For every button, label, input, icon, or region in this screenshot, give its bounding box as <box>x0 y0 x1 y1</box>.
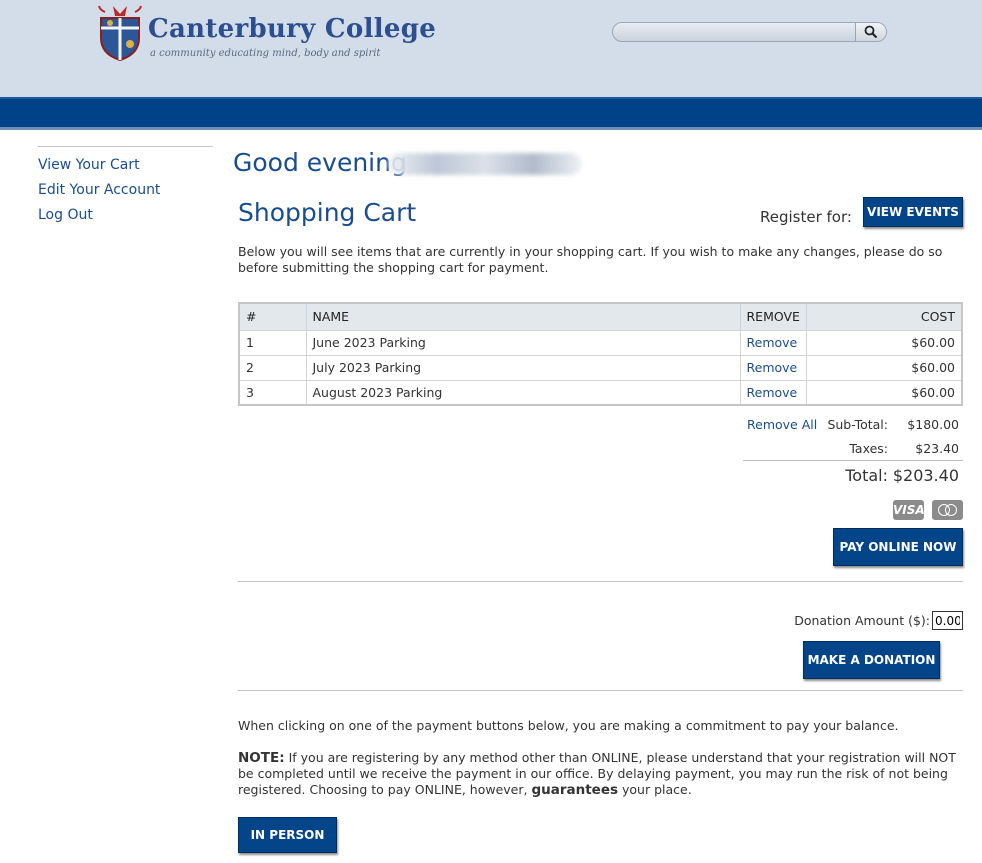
visa-card-icon: VISA <box>893 500 925 520</box>
college-tagline: a community educating mind, body and spi… <box>150 48 381 59</box>
row-number: 2 <box>238 354 307 381</box>
table-header-row: # NAME REMOVE COST <box>238 302 963 331</box>
subtotal-value: $180.00 <box>907 417 959 432</box>
payment-commitment-text: When clicking on one of the payment butt… <box>238 718 899 733</box>
page-title: Shopping Cart <box>238 198 417 227</box>
make-donation-button[interactable]: MAKE A DONATION <box>803 641 940 679</box>
note-prefix: NOTE: <box>238 750 285 766</box>
item-cost: $60.00 <box>805 329 963 356</box>
greeting: Good evening <box>233 148 407 177</box>
view-events-button[interactable]: VIEW EVENTS <box>863 197 963 227</box>
cart-intro-text: Below you will see items that are curren… <box>238 244 943 275</box>
item-cost: $60.00 <box>805 379 963 406</box>
remove-item-link[interactable]: Remove <box>747 335 798 350</box>
item-name: July 2023 Parking <box>305 354 741 381</box>
column-header-number: # <box>238 302 307 331</box>
section-divider <box>238 690 963 691</box>
total-value: $203.40 <box>892 466 959 485</box>
in-person-button[interactable]: IN PERSON <box>238 817 337 853</box>
section-divider <box>238 581 963 582</box>
payment-note: NOTE: If you are registering by any meth… <box>238 750 963 798</box>
search-box <box>612 22 887 42</box>
sidebar-item-view-cart[interactable]: View Your Cart <box>38 156 213 181</box>
total-label: Total: <box>845 466 888 485</box>
sidebar-item-log-out[interactable]: Log Out <box>38 206 213 231</box>
taxes-value: $23.40 <box>915 441 959 456</box>
column-header-remove: REMOVE <box>739 302 807 331</box>
search-icon <box>864 25 878 39</box>
register-for-label: Register for: <box>760 208 852 226</box>
cart-table: # NAME REMOVE COST 1 June 2023 Parking R… <box>238 302 963 406</box>
donation-amount-input[interactable] <box>932 611 963 630</box>
pay-online-now-button[interactable]: PAY ONLINE NOW <box>833 528 963 566</box>
row-number: 3 <box>238 379 307 406</box>
table-row: 2 July 2023 Parking Remove $60.00 <box>238 354 963 381</box>
site-header: Canterbury College a community educating… <box>0 0 982 97</box>
item-name: June 2023 Parking <box>305 329 741 356</box>
search-input[interactable] <box>613 23 855 41</box>
navigation-bar <box>0 97 982 130</box>
donation-amount-label: Donation Amount ($): <box>794 613 930 628</box>
remove-item-link[interactable]: Remove <box>747 360 798 375</box>
college-crest-logo <box>98 5 142 62</box>
totals-divider <box>743 460 963 461</box>
item-name: August 2023 Parking <box>305 379 741 406</box>
sidebar: View Your Cart Edit Your Account Log Out <box>38 146 213 231</box>
remove-item-link[interactable]: Remove <box>747 385 798 400</box>
item-cost: $60.00 <box>805 354 963 381</box>
note-emphasis: guarantees <box>531 782 619 798</box>
sidebar-item-edit-account[interactable]: Edit Your Account <box>38 181 213 206</box>
redacted-user-name <box>388 153 582 175</box>
table-row: 3 August 2023 Parking Remove $60.00 <box>238 379 963 406</box>
row-number: 1 <box>238 329 307 356</box>
table-row: 1 June 2023 Parking Remove $60.00 <box>238 329 963 356</box>
column-header-name: NAME <box>305 302 741 331</box>
taxes-label: Taxes: <box>849 441 888 456</box>
subtotal-label: Sub-Total: <box>827 417 888 432</box>
mastercard-icon <box>932 500 963 520</box>
note-end: your place. <box>618 782 692 797</box>
search-button[interactable] <box>855 23 886 41</box>
column-header-cost: COST <box>805 302 963 331</box>
college-name: Canterbury College <box>148 14 437 44</box>
